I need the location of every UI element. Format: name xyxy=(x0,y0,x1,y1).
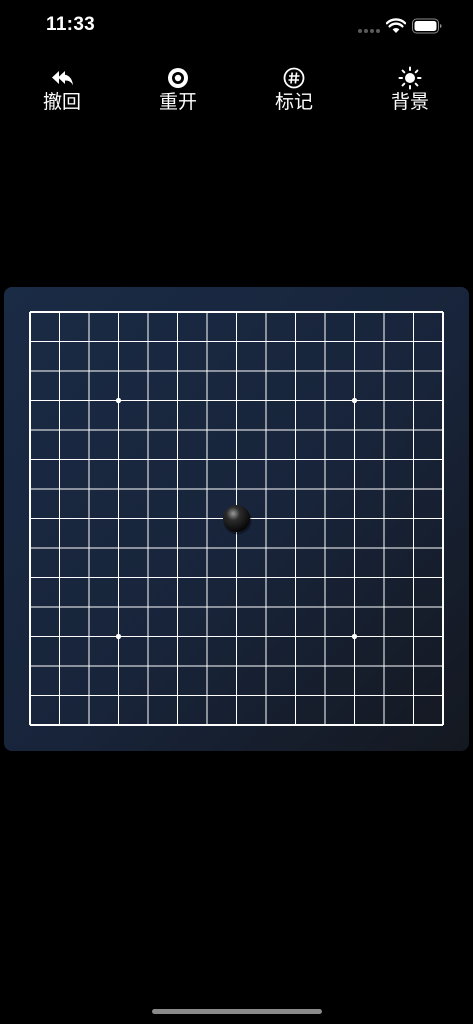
star-point xyxy=(351,397,358,404)
sun-icon xyxy=(398,66,422,90)
undo-button[interactable]: 撤回 xyxy=(22,62,102,118)
mark-button[interactable]: 标记 xyxy=(254,62,334,118)
background-button[interactable]: 背景 xyxy=(370,62,450,118)
hash-circle-icon xyxy=(283,67,305,89)
black-stone[interactable] xyxy=(223,505,250,532)
star-point xyxy=(115,397,122,404)
wifi-icon xyxy=(386,18,406,33)
mark-label: 标记 xyxy=(274,91,313,113)
home-indicator xyxy=(152,1009,322,1014)
status-time: 11:33 xyxy=(46,14,96,35)
background-label: 背景 xyxy=(390,91,429,113)
restart-label: 重开 xyxy=(158,91,197,113)
signal-dots-icon xyxy=(358,29,380,33)
battery-icon xyxy=(412,18,442,34)
star-point xyxy=(115,633,122,640)
undo-double-arrow-icon xyxy=(52,71,73,86)
toolbar: 撤回 重开 标记 背景 xyxy=(0,62,473,122)
restart-button[interactable]: 重开 xyxy=(138,62,218,118)
restart-ring-icon xyxy=(168,68,188,88)
undo-label: 撤回 xyxy=(42,91,81,113)
game-board[interactable] xyxy=(4,287,469,751)
star-point xyxy=(351,633,358,640)
status-bar: 11:33 xyxy=(0,0,473,54)
board-grid[interactable] xyxy=(4,287,469,751)
